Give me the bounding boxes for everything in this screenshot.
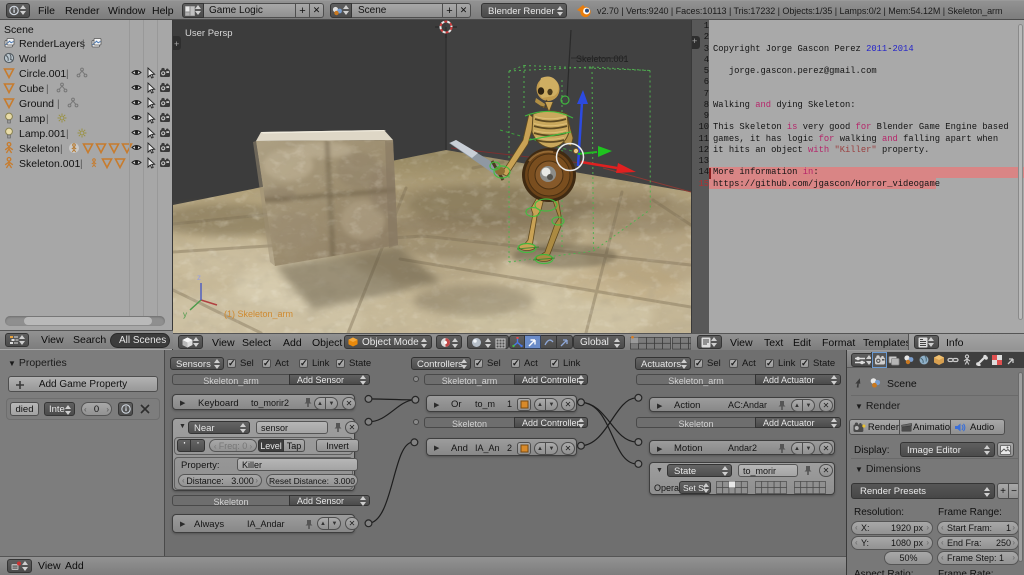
svg-text:|: |	[57, 99, 60, 110]
svg-text:RenderLayers: RenderLayers	[19, 38, 85, 50]
svg-text:|: |	[46, 114, 49, 125]
svg-text:Scene: Scene	[4, 24, 34, 36]
svg-text:Circle.001: Circle.001	[19, 68, 66, 80]
svg-text:|: |	[80, 159, 83, 170]
svg-text:(1) Skeleton_arm: (1) Skeleton_arm	[224, 309, 293, 319]
svg-text:User Persp: User Persp	[185, 28, 233, 39]
svg-text:Ground: Ground	[19, 98, 54, 110]
svg-text:z: z	[197, 273, 201, 282]
svg-text:|: |	[46, 84, 49, 95]
svg-text:|: |	[66, 129, 69, 140]
svg-text:Skeleton.001: Skeleton.001	[576, 54, 629, 64]
svg-text:Skeleton.001: Skeleton.001	[19, 158, 80, 170]
svg-text:|: |	[82, 39, 85, 50]
svg-text:+: +	[174, 39, 179, 49]
svg-text:Lamp: Lamp	[19, 113, 45, 125]
svg-text:Cube: Cube	[19, 83, 44, 95]
svg-text:y: y	[183, 310, 187, 319]
svg-text:|: |	[60, 144, 63, 155]
svg-text:|: |	[66, 69, 69, 80]
svg-text:Lamp.001: Lamp.001	[19, 128, 66, 140]
svg-text:Skeleton: Skeleton	[19, 143, 60, 155]
svg-text:World: World	[19, 53, 46, 65]
